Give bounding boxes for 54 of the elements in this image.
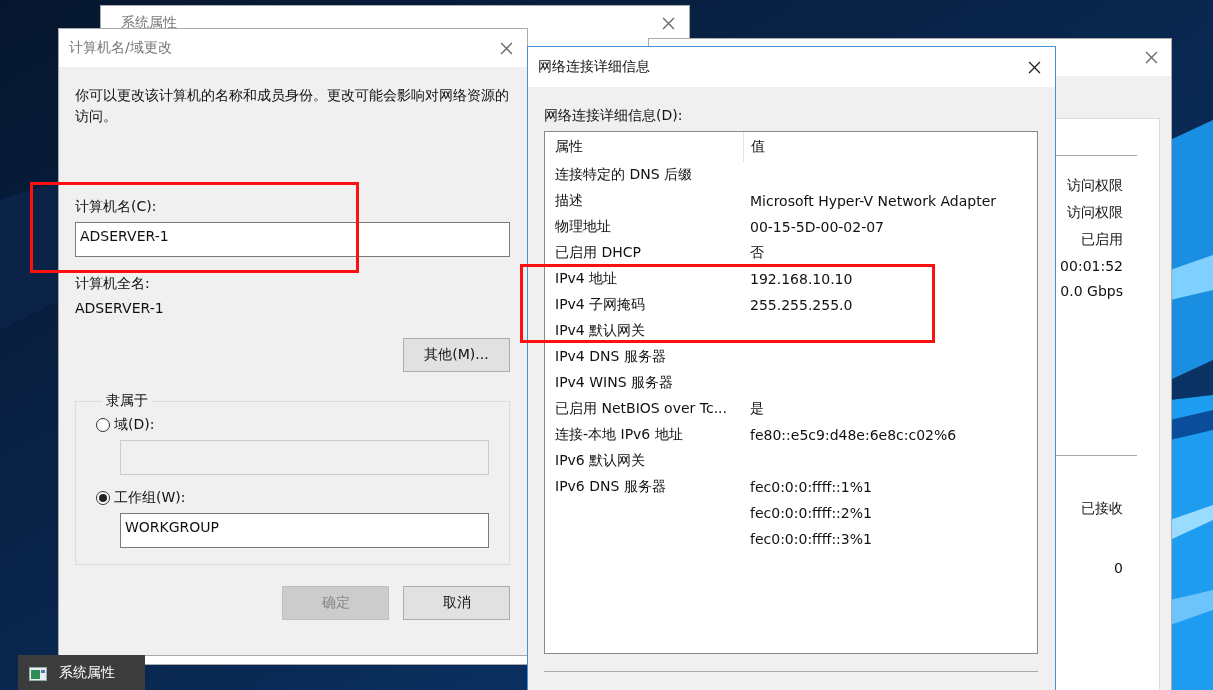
status-value: 0 bbox=[1114, 560, 1123, 576]
property-cell: 描述 bbox=[555, 192, 583, 208]
radio-button[interactable] bbox=[96, 491, 110, 505]
input-field[interactable]: WORKGROUP bbox=[120, 513, 489, 548]
value-cell: 是 bbox=[750, 400, 764, 416]
window-title: 网络连接详细信息 bbox=[538, 58, 650, 76]
property-cell: IPv6 DNS 服务器 bbox=[555, 478, 666, 494]
list-label: 网络连接详细信息(D): bbox=[544, 107, 684, 125]
column-header[interactable]: 值 bbox=[744, 132, 765, 162]
input-field[interactable] bbox=[120, 440, 489, 475]
status-value: 访问权限 bbox=[1067, 177, 1123, 195]
status-value: 0.0 Gbps bbox=[1060, 283, 1123, 299]
property-cell: 连接特定的 DNS 后缀 bbox=[555, 166, 693, 182]
value-cell: fec0:0:0:ffff::2%1 bbox=[750, 505, 872, 521]
property-cell: 连接-本地 IPv6 地址 bbox=[555, 426, 683, 442]
cancel-button[interactable]: 取消 bbox=[403, 586, 510, 620]
value-cell: Microsoft Hyper-V Network Adapter bbox=[750, 193, 997, 209]
status-value: 00:01:52 bbox=[1060, 258, 1123, 274]
property-cell: IPv6 默认网关 bbox=[555, 452, 646, 468]
property-cell: IPv4 WINS 服务器 bbox=[555, 374, 673, 390]
value-cell: fec0:0:0:ffff::1%1 bbox=[750, 479, 872, 495]
value-cell: 255.255.255.0 bbox=[750, 297, 853, 313]
close-icon[interactable] bbox=[1028, 60, 1041, 74]
status-value: 访问权限 bbox=[1067, 204, 1123, 222]
preview-title: 系统属性 bbox=[59, 664, 115, 682]
window-title: 系统属性 bbox=[121, 14, 177, 32]
value-cell: 否 bbox=[750, 244, 764, 260]
more-button[interactable]: 其他(M)... bbox=[403, 338, 510, 372]
property-cell: IPv4 默认网关 bbox=[555, 322, 646, 338]
taskbar-preview[interactable]: 系统属性 bbox=[18, 655, 145, 690]
property-cell: 物理地址 bbox=[555, 218, 611, 234]
field-label: 计算机名(C): bbox=[75, 198, 158, 216]
radio-button[interactable] bbox=[96, 418, 110, 432]
property-cell: 已启用 NetBIOS over Tc... bbox=[555, 400, 727, 416]
radio-label[interactable]: 域(D): bbox=[114, 416, 155, 434]
window-title: 计算机名/域更改 bbox=[69, 39, 172, 57]
full-name-value: ADSERVER-1 bbox=[75, 300, 165, 316]
group-title: 隶属于 bbox=[105, 392, 149, 410]
value-cell: 00-15-5D-00-02-07 bbox=[750, 219, 885, 235]
field-label: 计算机全名: bbox=[75, 275, 151, 293]
status-value: 已启用 bbox=[1081, 231, 1123, 249]
property-cell: 已启用 DHCP bbox=[555, 244, 641, 260]
status-value: 已接收 bbox=[1081, 500, 1123, 518]
description-text: 你可以更改该计算机的名称和成员身份。更改可能会影响对网络资源的访问。 bbox=[75, 86, 510, 126]
window-icon bbox=[29, 667, 47, 681]
property-cell: IPv4 DNS 服务器 bbox=[555, 348, 666, 364]
column-header[interactable]: 属性 bbox=[554, 132, 744, 162]
property-cell: IPv4 子网掩码 bbox=[555, 296, 646, 312]
value-cell: fe80::e5c9:d48e:6e8c:c02%6 bbox=[750, 427, 957, 443]
radio-label[interactable]: 工作组(W): bbox=[114, 489, 186, 507]
value-cell: 192.168.10.10 bbox=[750, 271, 853, 287]
value-cell: fec0:0:0:ffff::3%1 bbox=[750, 531, 872, 547]
property-cell: IPv4 地址 bbox=[555, 270, 618, 286]
input-field[interactable]: ADSERVER-1 bbox=[75, 222, 510, 257]
